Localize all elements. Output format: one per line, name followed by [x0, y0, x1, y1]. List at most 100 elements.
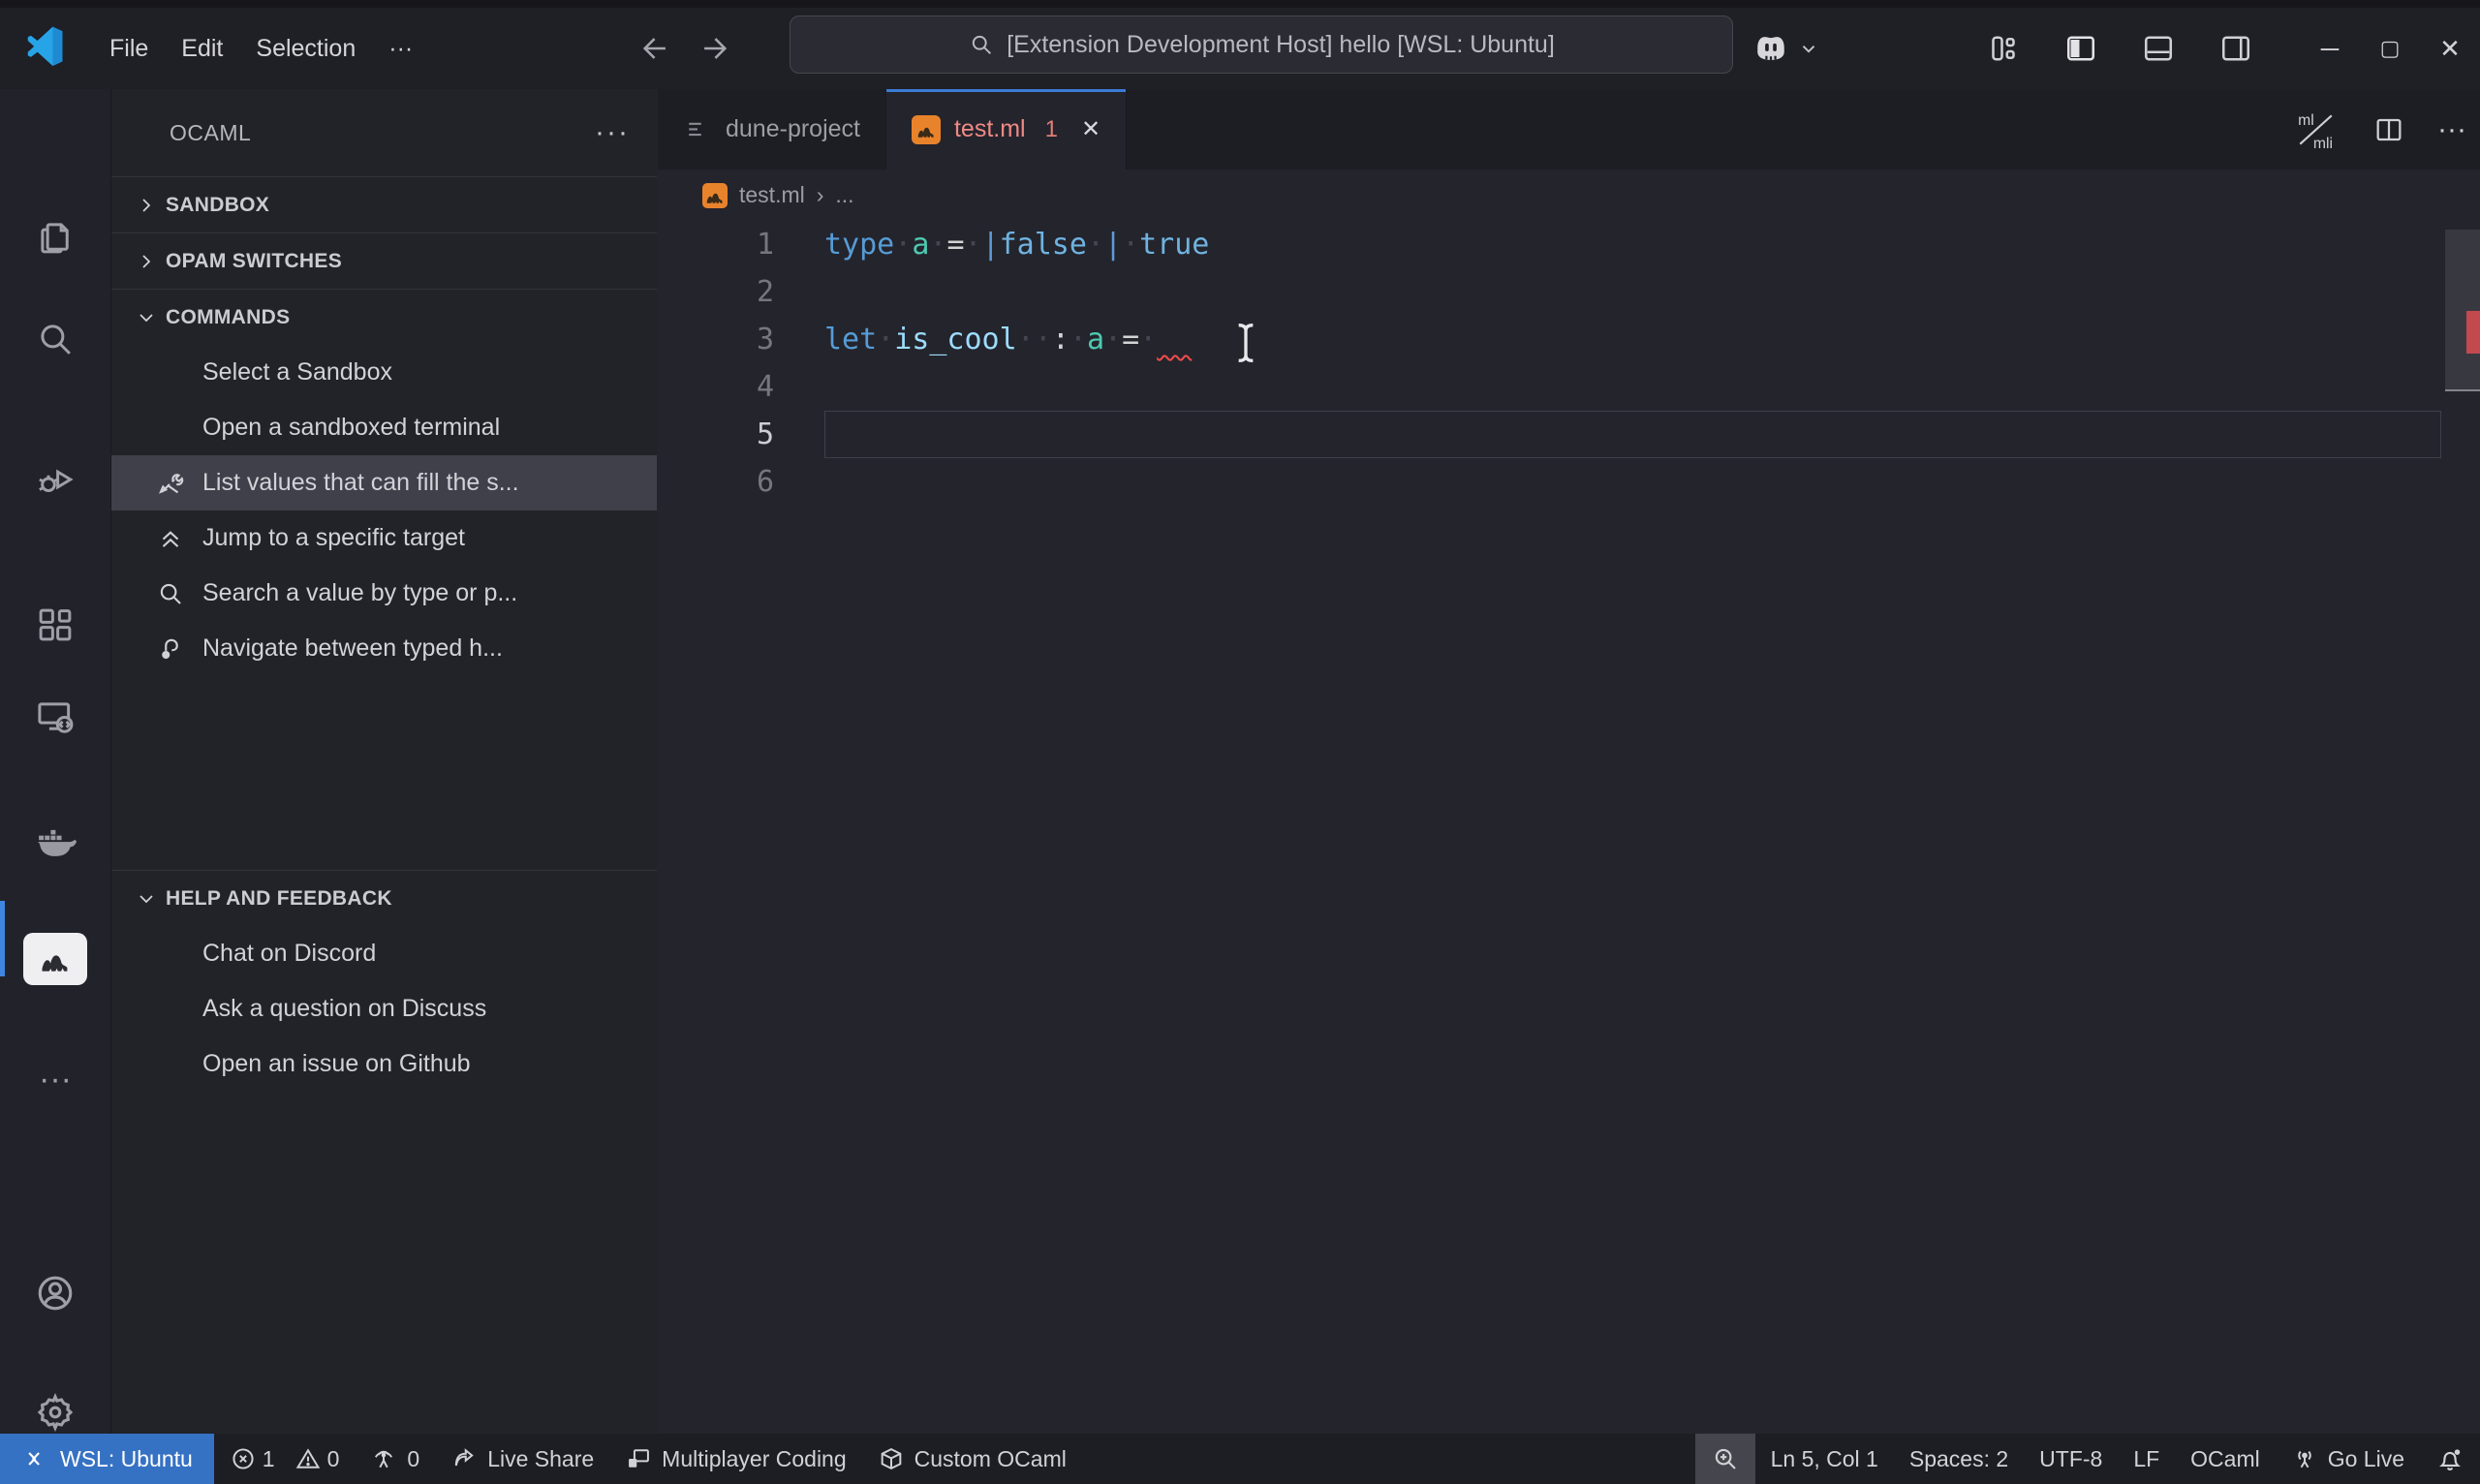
code-line-5[interactable]: 5 — [658, 411, 2480, 458]
code-line-2[interactable]: 2 — [658, 268, 2480, 316]
menu-more[interactable]: ··· — [372, 20, 429, 77]
status-label: WSL: Ubuntu — [60, 1445, 193, 1471]
maximize-button[interactable]: ▢ — [2360, 8, 2420, 89]
search-icon — [968, 31, 995, 58]
activity-extensions[interactable] — [0, 578, 110, 671]
sidebar-item-list-values-that-can-fill-the-s[interactable]: List values that can fill the s... — [111, 455, 657, 510]
activity-search[interactable] — [0, 293, 110, 386]
status-live-share[interactable]: Live Share — [435, 1434, 609, 1484]
code-line-4[interactable]: 4 — [658, 363, 2480, 411]
error-overview-marker — [2466, 311, 2480, 354]
code-token: = — [1122, 323, 1140, 356]
line-content — [824, 363, 2441, 411]
activity-more-views[interactable]: ··· — [0, 1033, 110, 1126]
status-eol[interactable]: LF — [2118, 1434, 2175, 1484]
code-line-1[interactable]: 1 type·a·=·|false·|·true — [658, 221, 2480, 268]
sidebar-item-label: List values that can fill the s... — [202, 469, 519, 496]
status-notifications[interactable] — [2420, 1434, 2480, 1484]
status-problems[interactable]: 10 — [214, 1434, 356, 1484]
status-encoding[interactable]: UTF-8 — [2024, 1434, 2118, 1484]
menu-edit[interactable]: Edit — [165, 20, 239, 77]
activity-remote-explorer[interactable] — [0, 670, 110, 763]
sidebar-item-chat-on-discord[interactable]: Chat on Discord — [111, 926, 657, 981]
breadcrumb[interactable]: test.ml ›... — [702, 170, 854, 221]
activity-explorer[interactable] — [0, 191, 110, 284]
copilot-chevron-down-icon[interactable] — [1798, 38, 1819, 59]
menu-file[interactable]: File — [93, 20, 165, 77]
section-label: HELP AND FEEDBACK — [166, 886, 392, 910]
section-header-opam-switches[interactable]: OPAM SWITCHES — [111, 232, 657, 289]
activity-bar: ··· — [0, 89, 111, 1434]
sidebar-item-ask-a-question-on-discuss[interactable]: Ask a question on Discuss — [111, 981, 657, 1036]
sidebar-item-open-a-sandboxed-terminal[interactable]: Open a sandboxed terminal — [111, 400, 657, 455]
code-token: · — [964, 228, 982, 262]
breadcrumb-rest[interactable]: ... — [835, 182, 853, 208]
section-label: OPAM SWITCHES — [166, 249, 343, 272]
activity-run-and-debug[interactable] — [0, 433, 110, 526]
status-label: Multiplayer Coding — [662, 1445, 847, 1471]
section-header-commands[interactable]: COMMANDS — [111, 289, 657, 345]
activity-accounts[interactable] — [0, 1247, 110, 1340]
breadcrumb-separator[interactable]: › — [817, 182, 824, 208]
toggle-panel-icon[interactable] — [2141, 31, 2176, 66]
status-screencast-zoom[interactable] — [1694, 1434, 1755, 1484]
sidebar-item-select-a-sandbox[interactable]: Select a Sandbox — [111, 345, 657, 400]
sidebar-item-label: Open a sandboxed terminal — [202, 414, 501, 441]
line-number: 6 — [756, 465, 774, 499]
section-header-sandbox[interactable]: SANDBOX — [111, 176, 657, 232]
command-center-search[interactable]: [Extension Development Host] hello [WSL:… — [790, 15, 1733, 74]
toggle-secondary-sidebar-icon[interactable] — [2218, 31, 2253, 66]
line-content — [824, 458, 2441, 506]
status-cursor-position[interactable]: Ln 5, Col 1 — [1755, 1434, 1894, 1484]
status-indentation[interactable]: Spaces: 2 — [1894, 1434, 2024, 1484]
tab-test-ml[interactable]: test.ml 1 ✕ — [885, 89, 1128, 170]
status-multiplayer-coding[interactable]: Multiplayer Coding — [609, 1434, 861, 1484]
customize-layout-icon[interactable] — [1986, 31, 2021, 66]
code-line-3[interactable]: 3 let·is_cool··:·a·=· — [658, 316, 2480, 363]
more-actions-icon[interactable]: ··· — [2437, 113, 2466, 146]
status-custom-ocaml[interactable]: Custom OCaml — [862, 1434, 1082, 1484]
breadcrumb-file[interactable]: test.ml — [739, 182, 805, 208]
status-ports[interactable]: 0 — [355, 1434, 435, 1484]
sidebar-more-actions[interactable]: ··· — [595, 116, 630, 149]
status-remote[interactable]: WSL: Ubuntu — [0, 1434, 214, 1484]
sidebar-item-navigate-between-typed-h[interactable]: Navigate between typed h... — [111, 621, 657, 676]
sidebar-item-jump-to-a-specific-target[interactable]: Jump to a specific target — [111, 510, 657, 566]
camel-icon — [702, 182, 728, 208]
status-label: 0 — [326, 1445, 340, 1471]
section-label: SANDBOX — [166, 193, 270, 216]
code-token: · — [1069, 323, 1087, 356]
code-token: a — [1086, 323, 1104, 356]
code-line-6[interactable]: 6 — [658, 458, 2480, 506]
status-language-mode[interactable]: OCaml — [2175, 1434, 2276, 1484]
status-go-live[interactable]: Go Live — [2276, 1434, 2420, 1484]
split-editor-icon[interactable] — [2373, 114, 2404, 145]
copilot-icon[interactable] — [1750, 27, 1792, 70]
editor-actions: ml mli ··· — [2290, 89, 2466, 170]
sidebar-item-open-an-issue-on-github[interactable]: Open an issue on Github — [111, 1036, 657, 1092]
activity-docker[interactable] — [0, 794, 110, 887]
menu-selection[interactable]: Selection — [239, 20, 372, 77]
ml-mli-switch-icon[interactable]: ml mli — [2290, 108, 2340, 150]
activity-ocaml[interactable] — [0, 901, 110, 1005]
minimize-button[interactable]: ─ — [2300, 8, 2360, 89]
broadcast-antenna-icon — [2291, 1445, 2318, 1472]
section-header-help-and-feedback[interactable]: HELP AND FEEDBACK — [111, 870, 657, 926]
forward-arrow-icon[interactable] — [698, 32, 730, 65]
code-area[interactable]: 1 type·a·=·|false·|·true 2 3 let·is_cool··:·… — [658, 221, 2480, 1434]
back-arrow-icon[interactable] — [639, 32, 672, 65]
status-label: Custom OCaml — [914, 1445, 1067, 1471]
package-cube-icon — [878, 1445, 905, 1472]
status-bar: WSL: Ubuntu 1 0 0 Live Share Multiplayer Codi… — [0, 1434, 2480, 1484]
sidebar-item-label: Navigate between typed h... — [202, 634, 503, 662]
toggle-primary-sidebar-icon[interactable] — [2063, 31, 2098, 66]
sidebar-item-search-a-value-by-type-or-p[interactable]: Search a value by type or p... — [111, 566, 657, 621]
tab-close-icon[interactable]: ✕ — [1081, 115, 1100, 143]
line-number: 1 — [756, 228, 774, 262]
code-token: : — [1051, 323, 1070, 356]
close-button[interactable]: ✕ — [2420, 8, 2480, 89]
line-content: type·a·=·|false·|·true — [824, 221, 2441, 268]
warning-triangle-icon — [294, 1445, 322, 1472]
sidebar-item-label: Jump to a specific target — [202, 524, 465, 551]
tab-dune-project[interactable]: dune-project — [658, 89, 886, 170]
